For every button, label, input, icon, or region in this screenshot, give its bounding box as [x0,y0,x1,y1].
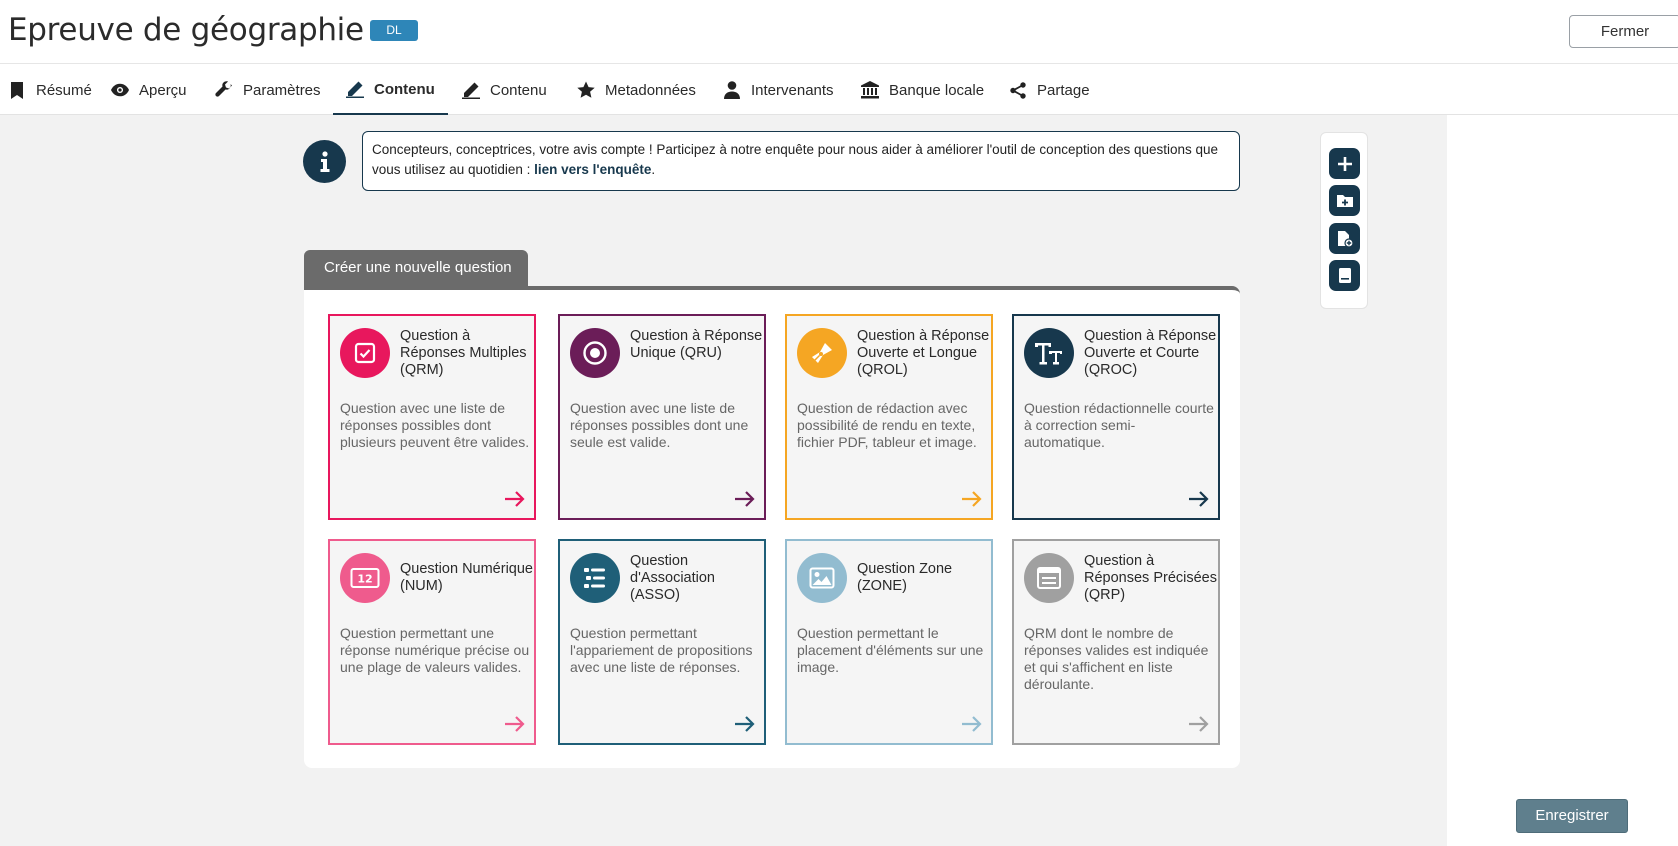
bookmark-icon [8,81,26,99]
tab-label: Contenu [374,80,435,98]
status-badge: DL [370,20,418,41]
page-title: Epreuve de géographie [8,12,364,48]
tab-contenu-active[interactable]: Contenu [333,65,448,115]
card-description: QRM dont le nombre de réponses valides e… [1024,625,1209,692]
user-icon [723,81,741,99]
arrow-right-icon [735,491,755,507]
wrench-icon [215,81,233,99]
card-zone[interactable]: Question Zone (ZONE) Question permettant… [785,539,993,745]
close-button[interactable]: Fermer [1569,15,1678,48]
arrow-right-icon [1189,716,1209,732]
survey-suffix: . [651,162,656,177]
card-qru[interactable]: Question à Réponse Unique (QRU) Question… [558,314,766,520]
add-file-icon [1337,230,1354,248]
card-title: Question à Réponse Ouverte et Courte (QR… [1084,328,1217,378]
text-size-icon [1024,328,1074,378]
bank-icon [861,81,879,99]
card-description: Question de rédaction avec possibilité d… [797,400,977,450]
add-folder-button[interactable] [1329,185,1360,216]
library-button[interactable] [1329,260,1360,291]
tab-banque-locale[interactable]: Banque locale [861,65,984,115]
info-icon [303,140,346,183]
tab-apercu[interactable]: Aperçu [111,65,187,115]
arrow-right-icon [962,716,982,732]
fountain-pen-icon [797,328,847,378]
dropdown-list-icon [1024,553,1074,603]
add-button[interactable] [1329,148,1360,179]
arrow-right-icon [962,491,982,507]
tab-label: Partage [1037,81,1090,99]
card-description: Question permettant une réponse numériqu… [340,625,530,675]
card-num[interactable]: 12 Question Numérique (NUM) Question per… [328,539,536,745]
add-icon [1337,156,1352,171]
tab-label: Aperçu [139,81,187,99]
tab-parametres[interactable]: Paramètres [215,65,321,115]
number-icon: 12 [340,553,390,603]
survey-text: Concepteurs, conceptrices, votre avis co… [372,142,1219,177]
tab-bar: Résumé Aperçu Paramètres Contenu Contenu… [0,65,1678,115]
add-file-button[interactable] [1329,223,1360,254]
card-title: Question à Réponse Unique (QRU) [630,328,763,361]
card-asso[interactable]: Question d'Association (ASSO) Question p… [558,539,766,745]
tab-label: Banque locale [889,81,985,99]
card-description: Question rédactionnelle courte à correct… [1024,400,1214,450]
floating-toolbar [1320,132,1368,309]
arrow-right-icon [505,716,525,732]
add-folder-icon [1336,195,1353,207]
book-icon [1338,268,1351,283]
share-icon [1009,81,1027,99]
tab-label: Intervenants [751,81,834,99]
star-icon [577,81,595,99]
create-question-tab[interactable]: Créer une nouvelle question [304,250,528,286]
arrow-right-icon [1189,491,1209,507]
save-button[interactable]: Enregistrer [1516,799,1628,833]
card-qrm[interactable]: Question à Réponses Multiples (QRM) Ques… [328,314,536,520]
card-title: Question à Réponse Ouverte et Longue (QR… [857,328,990,378]
survey-notice: Concepteurs, conceptrices, votre avis co… [362,131,1240,191]
tab-metadonnees[interactable]: Metadonnées [577,65,696,115]
tab-label: Metadonnées [605,81,696,99]
card-qrp[interactable]: Question à Réponses Précisées (QRP) QRM … [1012,539,1220,745]
card-title: Question Zone (ZONE) [857,561,953,594]
tab-label: Résumé [36,81,92,99]
pen-icon [462,81,480,99]
header: Epreuve de géographie DL Fermer [0,0,1678,64]
list-icon [570,553,620,603]
card-qrol[interactable]: Question à Réponse Ouverte et Longue (QR… [785,314,993,520]
question-type-panel: Question à Réponses Multiples (QRM) Ques… [304,286,1240,768]
arrow-right-icon [735,716,755,732]
eye-icon [111,81,129,99]
image-icon [797,553,847,603]
tab-label: Contenu [490,81,547,99]
tab-contenu[interactable]: Contenu [462,65,547,115]
survey-link[interactable]: lien vers l'enquête [534,162,651,177]
tab-intervenants[interactable]: Intervenants [723,65,834,115]
card-title: Question à Réponses Multiples (QRM) [400,328,527,378]
card-title: Question d'Association (ASSO) [630,553,715,603]
radio-icon [570,328,620,378]
card-description: Question permettant le placement d'éléme… [797,625,984,675]
tab-label: Paramètres [243,81,321,99]
svg-text:12: 12 [357,573,372,586]
pen-icon [346,80,364,98]
right-panel [1447,115,1678,846]
card-description: Question avec une liste de réponses poss… [570,400,749,450]
checkbox-icon [340,328,390,378]
card-title: Question à Réponses Précisées (QRP) [1084,553,1217,603]
tab-resume[interactable]: Résumé [8,65,92,115]
card-description: Question avec une liste de réponses poss… [340,400,530,450]
arrow-right-icon [505,491,525,507]
tab-partage[interactable]: Partage [1009,65,1090,115]
card-title: Question Numérique (NUM) [400,561,533,594]
card-qroc[interactable]: Question à Réponse Ouverte et Courte (QR… [1012,314,1220,520]
card-description: Question permettant l'appariement de pro… [570,625,753,675]
